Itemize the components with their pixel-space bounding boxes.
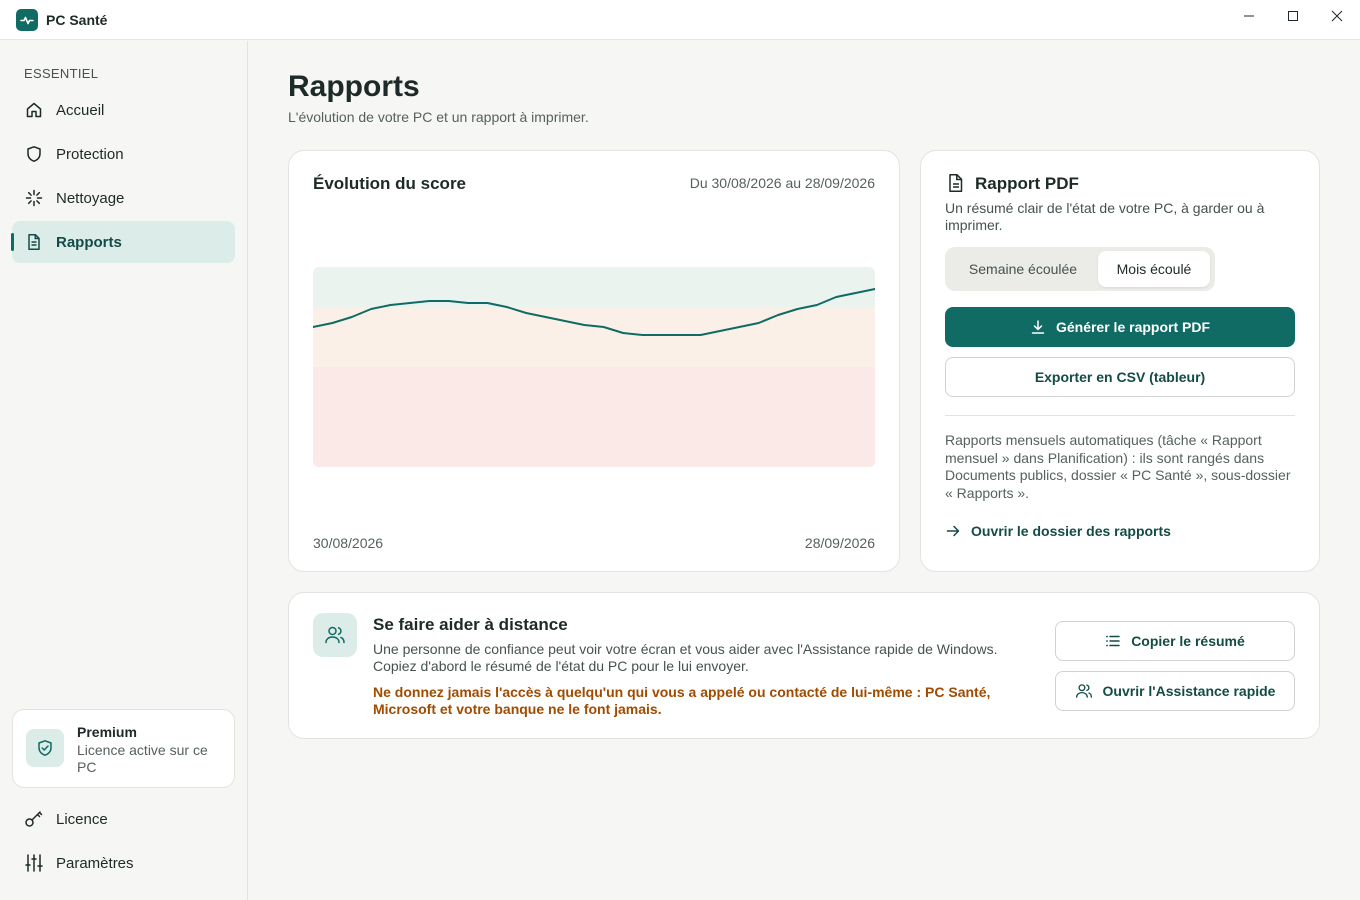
sidebar-item-label: Accueil bbox=[56, 101, 105, 119]
chart-x-start-label: 30/08/2026 bbox=[313, 535, 384, 551]
close-icon[interactable] bbox=[1315, 0, 1359, 32]
sidebar-item-label: Paramètres bbox=[56, 854, 134, 872]
sidebar: ESSENTIEL Accueil Protection Nettoyage R… bbox=[0, 41, 248, 900]
minimize-icon[interactable] bbox=[1227, 0, 1271, 32]
remote-help-description: Une personne de confiance peut voir votr… bbox=[373, 641, 998, 674]
pdf-card-description: Un résumé clair de l'état de votre PC, à… bbox=[945, 200, 1265, 233]
open-quick-assist-label: Ouvrir l'Assistance rapide bbox=[1102, 683, 1276, 699]
chart-band-1 bbox=[313, 307, 875, 367]
score-date-range: Du 30/08/2026 au 28/09/2026 bbox=[689, 175, 875, 191]
pdf-report-card: Rapport PDF Un résumé clair de l'état de… bbox=[920, 150, 1320, 572]
generate-pdf-label: Générer le rapport PDF bbox=[1055, 319, 1211, 335]
arrow-right-icon bbox=[945, 523, 961, 539]
sidebar-item-label: Rapports bbox=[56, 233, 122, 251]
shield-check-icon bbox=[26, 729, 64, 767]
divider bbox=[945, 415, 1295, 416]
segment-month[interactable]: Mois écoulé bbox=[1098, 251, 1210, 287]
home-icon bbox=[24, 100, 44, 120]
chart-x-end-label: 28/09/2026 bbox=[804, 535, 875, 551]
nav-section-label: ESSENTIEL bbox=[24, 66, 99, 81]
score-card: Évolution du score Du 30/08/2026 au 28/0… bbox=[288, 150, 900, 572]
sliders-icon bbox=[24, 853, 44, 873]
chart-band-0 bbox=[313, 267, 875, 307]
sidebar-item-label: Protection bbox=[56, 145, 124, 163]
open-reports-folder-label: Ouvrir le dossier des rapports bbox=[971, 523, 1171, 539]
document-icon bbox=[24, 232, 44, 252]
app-logo-icon bbox=[16, 9, 38, 31]
users-icon bbox=[1075, 682, 1093, 700]
remote-help-card: Se faire aider à distance Une personne d… bbox=[288, 592, 1320, 739]
premium-subtitle: Licence active sur ce PC bbox=[77, 742, 208, 775]
sidebar-item-accueil[interactable]: Accueil bbox=[12, 89, 235, 131]
segment-week[interactable]: Semaine écoulée bbox=[951, 251, 1095, 287]
chart-band-2 bbox=[313, 367, 875, 467]
pdf-card-title: Rapport PDF bbox=[975, 174, 1079, 193]
sparkle-icon bbox=[24, 188, 44, 208]
app-title: PC Santé bbox=[46, 12, 108, 28]
open-quick-assist-button[interactable]: Ouvrir l'Assistance rapide bbox=[1055, 671, 1295, 711]
premium-card: Premium Licence active sur ce PC bbox=[12, 709, 235, 788]
document-icon bbox=[947, 173, 965, 198]
generate-pdf-button[interactable]: Générer le rapport PDF bbox=[945, 307, 1295, 347]
list-icon bbox=[1105, 633, 1121, 649]
score-chart bbox=[313, 267, 875, 467]
title-bar: PC Santé bbox=[0, 0, 1360, 40]
users-icon bbox=[313, 613, 357, 657]
page-title: Rapports bbox=[288, 70, 420, 103]
shield-icon bbox=[24, 144, 44, 164]
copy-summary-label: Copier le résumé bbox=[1131, 633, 1245, 649]
period-segmented-control: Semaine écoulée Mois écoulé bbox=[945, 247, 1215, 291]
sidebar-item-nettoyage[interactable]: Nettoyage bbox=[12, 177, 235, 219]
score-card-title: Évolution du score bbox=[313, 174, 467, 193]
remote-help-title: Se faire aider à distance bbox=[373, 615, 568, 634]
maximize-icon[interactable] bbox=[1271, 0, 1315, 32]
premium-title: Premium bbox=[77, 724, 137, 740]
scam-warning: Ne donnez jamais l'accès à quelqu'un qui… bbox=[373, 684, 991, 717]
sidebar-item-protection[interactable]: Protection bbox=[12, 133, 235, 175]
copy-summary-button[interactable]: Copier le résumé bbox=[1055, 621, 1295, 661]
key-icon bbox=[24, 809, 44, 829]
sidebar-item-rapports[interactable]: Rapports bbox=[11, 221, 235, 263]
download-icon bbox=[1030, 319, 1046, 335]
export-csv-button[interactable]: Exporter en CSV (tableur) bbox=[945, 357, 1295, 397]
open-reports-folder-link[interactable]: Ouvrir le dossier des rapports bbox=[945, 523, 1171, 539]
sidebar-item-label: Nettoyage bbox=[56, 189, 125, 207]
monthly-reports-note: Rapports mensuels automatiques (tâche « … bbox=[945, 432, 1291, 501]
page-subtitle: L'évolution de votre PC et un rapport à … bbox=[288, 109, 589, 125]
sidebar-item-licence[interactable]: Licence bbox=[12, 798, 235, 840]
sidebar-item-parametres[interactable]: Paramètres bbox=[12, 842, 235, 884]
sidebar-item-label: Licence bbox=[56, 810, 108, 828]
